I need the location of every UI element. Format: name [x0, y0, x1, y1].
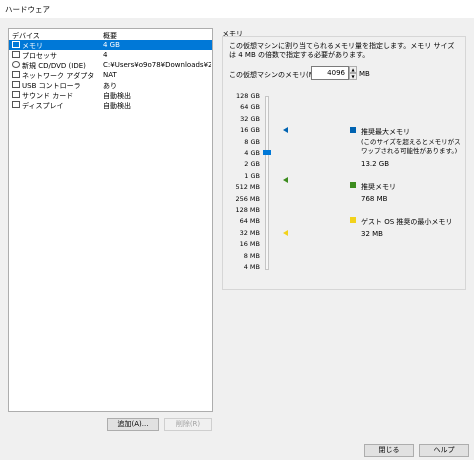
- scale-label: 4 MB: [243, 263, 260, 271]
- remove-button[interactable]: 削除(R): [164, 418, 212, 431]
- guest-min-marker-icon: [283, 230, 288, 236]
- memory-unit: MB: [359, 70, 370, 78]
- scale-label: 64 GB: [240, 103, 260, 112]
- memory-description: この仮想マシンに割り当てられるメモリ量を指定します。メモリ サイズは 4 MB …: [229, 42, 455, 59]
- device-row-usb[interactable]: USB コントローラ あり: [9, 80, 212, 90]
- device-list[interactable]: デバイス 概要 メモリ 4 GB プロセッサ 4 新規 CD/DVD (IDE)…: [8, 28, 213, 412]
- scale-label: 1 GB: [244, 171, 260, 180]
- recommended-max-swatch: [350, 127, 356, 133]
- scale-label: 32 GB: [240, 114, 260, 123]
- scale-label: 16 GB: [240, 126, 260, 135]
- spin-down-button[interactable]: ▼: [349, 73, 357, 80]
- scale-label: 128 MB: [235, 206, 260, 214]
- title-bar: ハードウェア: [0, 0, 474, 18]
- recommended-value: 768 MB: [361, 195, 388, 203]
- processor-icon: [12, 51, 20, 58]
- scale-label: 8 MB: [243, 251, 260, 260]
- window-title: ハードウェア: [5, 5, 50, 14]
- help-button[interactable]: ヘルプ: [419, 444, 469, 457]
- memory-icon: [12, 41, 20, 48]
- memory-slider-thumb[interactable]: [263, 150, 271, 155]
- recommended-swatch: [350, 182, 356, 188]
- memory-input[interactable]: 4096: [311, 66, 349, 80]
- recommended-max-value: 13.2 GB: [361, 160, 390, 168]
- guest-min-value: 32 MB: [361, 230, 383, 238]
- device-value: 自動検出: [103, 102, 131, 110]
- device-value: 4 GB: [103, 41, 120, 49]
- device-value: NAT: [103, 71, 117, 79]
- sound-card-icon: [12, 91, 20, 98]
- guest-min-title: ゲスト OS 推奨の最小メモリ: [361, 218, 453, 226]
- device-row-memory[interactable]: メモリ 4 GB: [9, 40, 212, 50]
- device-row-display[interactable]: ディスプレイ 自動検出: [9, 100, 212, 110]
- scale-label: 4 GB: [244, 149, 260, 157]
- recommended-title: 推奨メモリ: [361, 183, 396, 191]
- close-button[interactable]: 閉じる: [364, 444, 414, 457]
- device-name: ディスプレイ: [22, 102, 64, 110]
- scale-label: 16 MB: [239, 240, 260, 249]
- scale-label: 128 GB: [236, 92, 260, 100]
- device-row-network-adapter[interactable]: ネットワーク アダプタ NAT: [9, 70, 212, 80]
- spin-up-button[interactable]: ▲: [349, 66, 357, 73]
- recommended-marker-icon: [283, 177, 288, 183]
- scale-label: 64 MB: [239, 217, 260, 226]
- device-value: C:¥Users¥o9o78¥Downloads¥20...: [103, 61, 211, 69]
- memory-slider-track[interactable]: [265, 96, 269, 270]
- recommended-max-title: 推奨最大メモリ: [361, 128, 410, 136]
- guest-min-swatch: [350, 217, 356, 223]
- usb-icon: [12, 81, 20, 88]
- scale-label: 512 MB: [235, 183, 260, 192]
- scale-label: 256 MB: [235, 194, 260, 203]
- scale-label: 2 GB: [244, 160, 260, 169]
- device-row-cd-dvd[interactable]: 新規 CD/DVD (IDE) C:¥Users¥o9o78¥Downloads…: [9, 60, 212, 70]
- recommended-max-note: (このサイズを超えるとメモリがスワップされる可能性があります。): [361, 138, 461, 155]
- device-row-sound-card[interactable]: サウンド カード 自動検出: [9, 90, 212, 100]
- network-adapter-icon: [12, 71, 20, 78]
- device-value: 4: [103, 51, 108, 59]
- device-list-header: デバイス 概要: [9, 29, 212, 40]
- add-button[interactable]: 追加(A)...: [107, 418, 159, 431]
- scale-label: 32 MB: [239, 228, 260, 237]
- device-row-processor[interactable]: プロセッサ 4: [9, 50, 212, 60]
- scale-label: 8 GB: [244, 137, 260, 146]
- memory-field-label: この仮想マシンのメモリ(M):: [229, 71, 320, 79]
- cd-dvd-icon: [12, 61, 20, 68]
- display-icon: [12, 101, 20, 108]
- recommended-max-marker-icon: [283, 127, 288, 133]
